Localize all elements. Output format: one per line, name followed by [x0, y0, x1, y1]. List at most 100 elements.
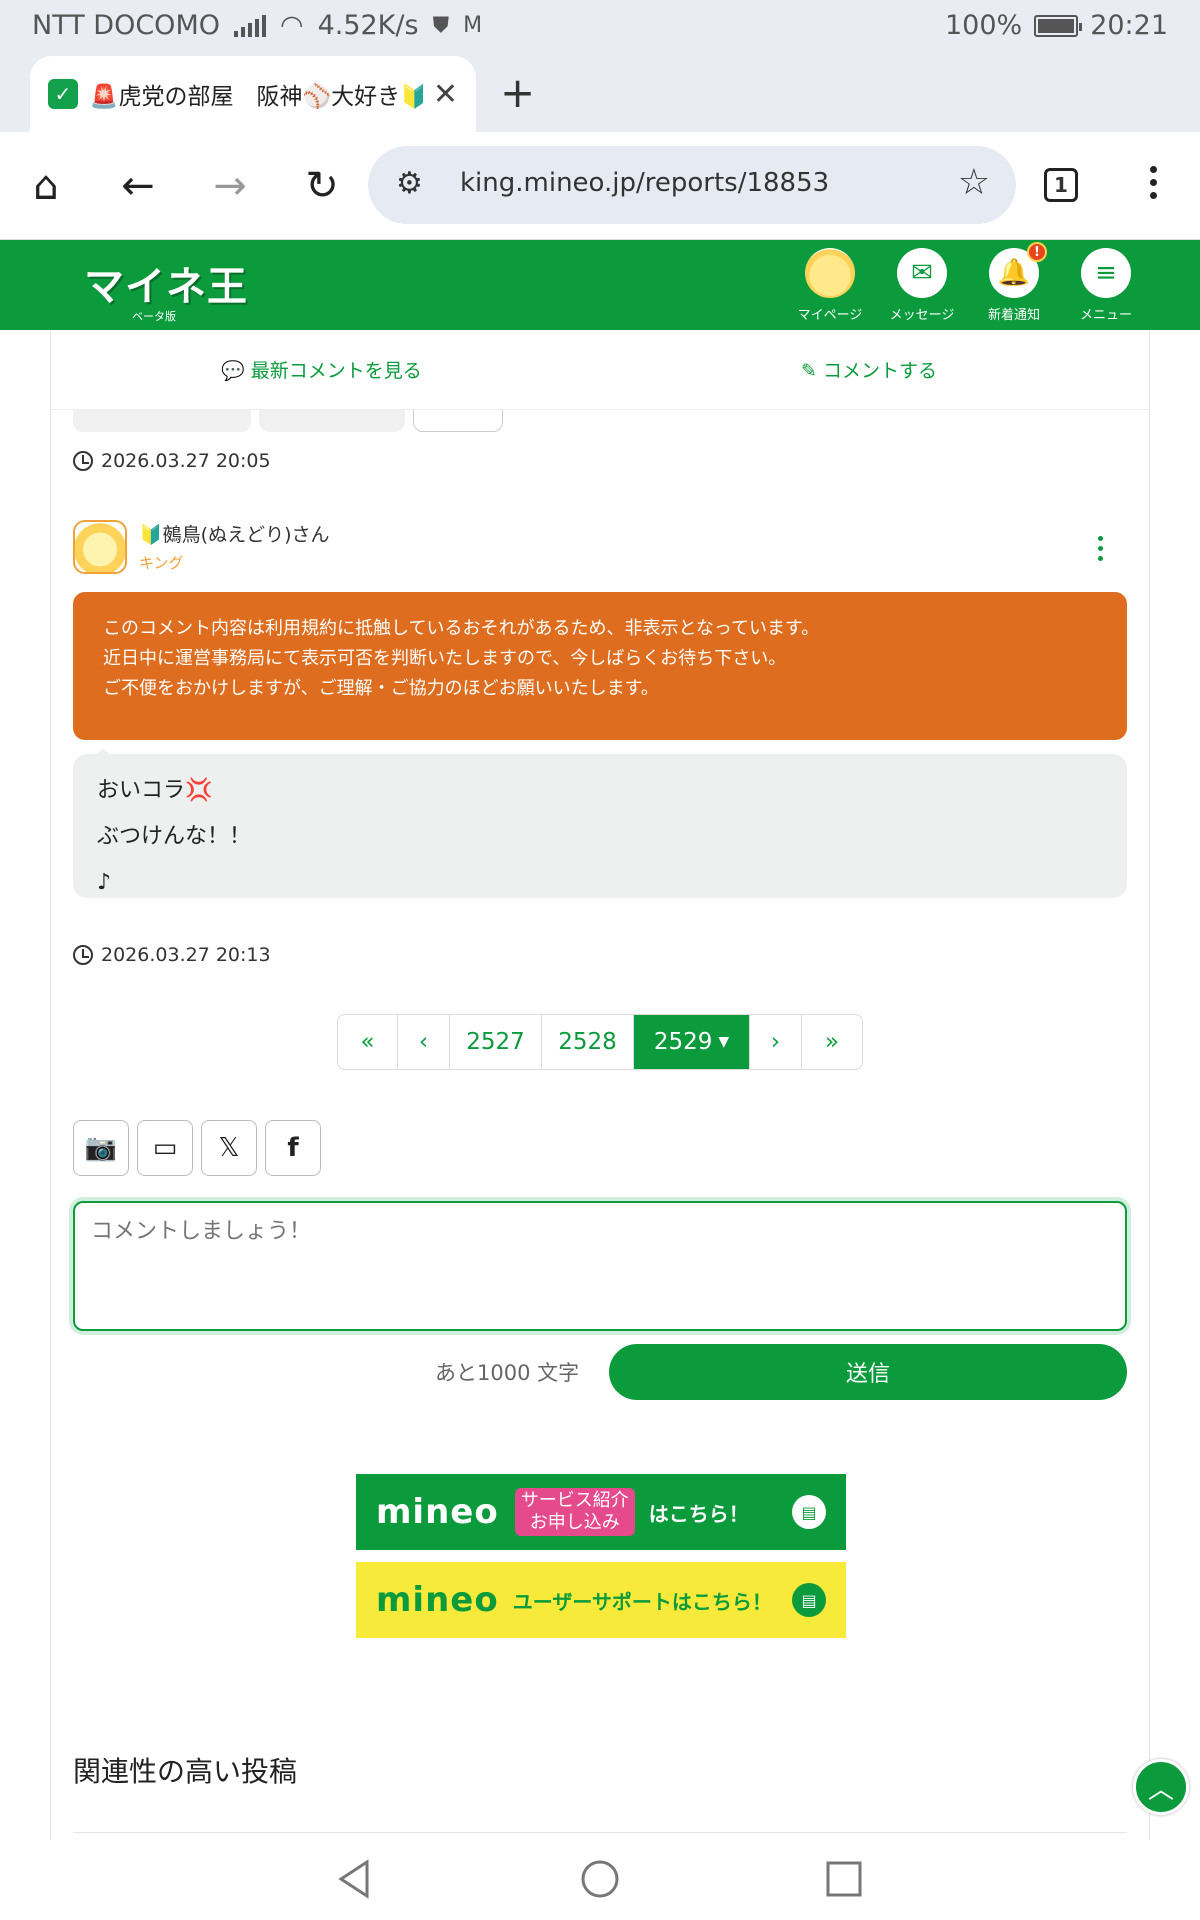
caret-down-icon: ▼: [718, 1034, 730, 1050]
x-share-icon[interactable]: 𝕏: [201, 1120, 257, 1176]
battery-icon: [1034, 14, 1083, 37]
comment-line: ♪: [97, 870, 112, 895]
page-link[interactable]: 2528: [542, 1015, 634, 1069]
post-timestamp: 2026.03.27 20:13: [73, 944, 271, 966]
user-rank: キング: [139, 554, 184, 572]
nav-mypage[interactable]: マイページ: [784, 248, 876, 323]
first-page-icon[interactable]: «: [338, 1015, 398, 1069]
forward-arrow-icon[interactable]: →: [202, 158, 258, 214]
previous-timestamp: 2026.03.27 20:05: [73, 450, 271, 472]
moderation-warning: このコメント内容は利用規約に抵触しているおそれがあるため、非表示となっています。…: [73, 592, 1127, 740]
reload-icon[interactable]: ↻: [294, 158, 350, 214]
site-logo[interactable]: マイネ王 ベータ版: [84, 254, 248, 324]
nav-notifications-label: 新着通知: [987, 308, 1040, 323]
logo-text: マイネ王: [84, 264, 248, 310]
prev-page-icon[interactable]: ‹: [398, 1015, 450, 1069]
current-page-label: 2529: [653, 1029, 713, 1055]
previous-post-tags: [73, 410, 533, 432]
envelope-icon: ✉: [897, 248, 947, 298]
clock-time: 20:21: [1090, 10, 1168, 41]
address-bar[interactable]: ⚙ king.mineo.jp/reports/18853 ☆: [368, 146, 1016, 224]
facebook-share-icon[interactable]: f: [265, 1120, 321, 1176]
write-comment-link[interactable]: ✎ コメントする: [801, 356, 937, 383]
nav-menu[interactable]: ≡ メニュー: [1060, 248, 1152, 323]
mineo-service-banner[interactable]: mineo サービス紹介お申し込み はこちら！ ▤: [356, 1474, 846, 1550]
pencil-icon: ✎: [801, 360, 817, 382]
chat-icon: ▤: [792, 1495, 826, 1529]
user-name[interactable]: 🔰鵺鳥(ぬえどり)さん: [139, 520, 330, 547]
attach-share-bar: 📷 ▭ 𝕏 f: [73, 1120, 321, 1176]
battery-percent: 100%: [944, 10, 1023, 41]
browser-tab[interactable]: ✓ 🚨虎党の部屋 阪神⚾大好き🔰 ✕: [30, 56, 476, 132]
banner-pink-label: サービス紹介お申し込み: [514, 1488, 635, 1536]
user-name-text: 鵺鳥(ぬえどり)さん: [162, 524, 330, 546]
latest-comments-link[interactable]: 💬 最新コメントを見る: [221, 356, 422, 383]
recents-square-icon[interactable]: [819, 1854, 869, 1904]
beginner-mark-icon: 🔰: [139, 524, 163, 546]
wifi-icon: ◠: [280, 10, 304, 41]
comment-line: ぶつけんな！！: [97, 824, 252, 849]
last-page-icon[interactable]: »: [802, 1015, 862, 1069]
pagination: « ‹ 2527 2528 2529 ▼ › »: [337, 1014, 863, 1070]
post-more-icon[interactable]: [1098, 536, 1103, 561]
comment-line: おいコラ💢: [97, 778, 213, 803]
browser-menu-icon[interactable]: [1150, 166, 1157, 199]
mineo-support-banner[interactable]: mineo ユーザーサポートはこちら！ ▤: [356, 1562, 846, 1638]
site-settings-icon[interactable]: ⚙: [396, 166, 423, 201]
browser-toolbar: ⌂ ← → ↻ ⚙ king.mineo.jp/reports/18853 ☆ …: [0, 132, 1200, 240]
carrier-name: NTT DOCOMO: [32, 10, 220, 41]
warning-line: 近日中に運営事務局にて表示可否を判断いたしますので、今しばらくお待ち下さい。: [103, 648, 787, 669]
clock-icon: [73, 945, 93, 965]
notification-badge: !: [1027, 242, 1047, 262]
divider: [73, 1832, 1127, 1833]
tab-switcher-button[interactable]: 1: [1044, 168, 1078, 202]
new-tab-icon[interactable]: +: [500, 68, 535, 117]
site-favicon-icon: ✓: [48, 79, 78, 109]
home-icon[interactable]: ⌂: [18, 158, 74, 214]
latest-comments-label: 最新コメントを見る: [250, 360, 422, 382]
status-bar: NTT DOCOMO ◠ 4.52K/s ⛊ M 100% 20:21: [0, 0, 1200, 56]
clock-icon: [73, 451, 93, 471]
next-page-icon[interactable]: ›: [750, 1015, 802, 1069]
nav-message-label: メッセージ: [889, 308, 955, 323]
avatar[interactable]: [73, 520, 127, 574]
gmail-icon: M: [463, 13, 483, 38]
signal-icon: [234, 14, 266, 37]
back-triangle-icon[interactable]: [329, 1854, 379, 1904]
page-link[interactable]: 2527: [450, 1015, 542, 1069]
mypage-avatar-icon: [805, 248, 855, 298]
tab-strip: ✓ 🚨虎党の部屋 阪神⚾大好き🔰 ✕ +: [0, 56, 1200, 132]
close-tab-icon[interactable]: ✕: [433, 77, 458, 112]
hamburger-menu-icon: ≡: [1081, 248, 1131, 298]
system-nav-bar: [0, 1840, 1200, 1920]
nav-notifications[interactable]: 🔔! 新着通知: [968, 242, 1060, 323]
remaining-chars: あと1000 文字: [435, 1361, 580, 1385]
nav-menu-label: メニュー: [1079, 308, 1132, 323]
scroll-to-top-icon[interactable]: ︿: [1133, 1759, 1189, 1815]
video-icon[interactable]: ▭: [137, 1120, 193, 1176]
mineo-brand: mineo: [376, 1580, 499, 1620]
network-speed: 4.52K/s: [317, 10, 419, 41]
comment-actions: 💬 最新コメントを見る ✎ コメントする: [51, 330, 1149, 410]
warning-line: このコメント内容は利用規約に抵触しているおそれがあるため、非表示となっています。: [103, 618, 820, 639]
tab-title: 🚨虎党の部屋 阪神⚾大好き🔰: [89, 84, 423, 110]
post-timestamp-text: 2026.03.27 20:13: [101, 944, 271, 966]
comment-bubble: おいコラ💢 ぶつけんな！！ ♪: [73, 748, 1127, 898]
mineo-brand: mineo: [376, 1492, 499, 1532]
send-button[interactable]: 送信: [609, 1344, 1127, 1400]
nav-message[interactable]: ✉ メッセージ: [876, 248, 968, 323]
previous-timestamp-text: 2026.03.27 20:05: [101, 450, 271, 472]
chat-icon: ▤: [792, 1583, 826, 1617]
bookmark-star-icon[interactable]: ☆: [958, 162, 990, 203]
related-posts-heading: 関連性の高い投稿: [73, 1755, 298, 1788]
vpn-shield-icon: ⛊: [432, 13, 450, 38]
content-card: 💬 最新コメントを見る ✎ コメントする 2026.03.27 20:05 🔰鵺…: [50, 330, 1150, 1840]
camera-icon[interactable]: 📷: [73, 1120, 129, 1176]
home-circle-icon[interactable]: [575, 1854, 625, 1904]
site-header: マイネ王 ベータ版 マイページ ✉ メッセージ 🔔! 新着通知 ≡ メニュー: [0, 240, 1200, 330]
current-page-dropdown[interactable]: 2529 ▼: [634, 1015, 750, 1069]
back-arrow-icon[interactable]: ←: [110, 158, 166, 214]
write-comment-label: コメントする: [822, 360, 937, 382]
comment-input[interactable]: [73, 1201, 1127, 1331]
url-text[interactable]: king.mineo.jp/reports/18853: [460, 168, 829, 198]
